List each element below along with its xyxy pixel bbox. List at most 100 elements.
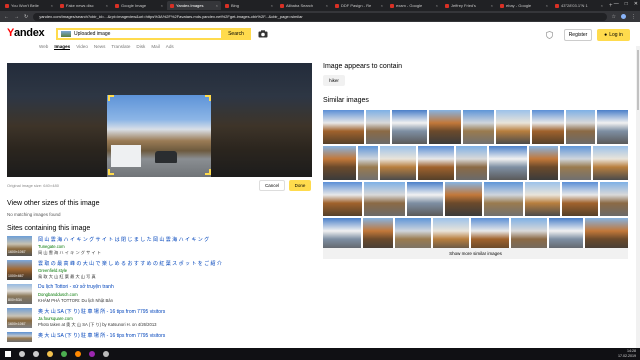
search-button[interactable]: Search — [221, 28, 251, 40]
site-thumbnail[interactable]: 800×534 — [7, 284, 32, 304]
tab-close-icon[interactable]: × — [326, 3, 328, 8]
site-domain-link[interactable]: Greenfield.style — [38, 268, 67, 273]
similar-image-thumbnail[interactable] — [495, 110, 530, 144]
similar-image-thumbnail[interactable] — [363, 218, 393, 252]
tab-close-icon[interactable]: × — [271, 3, 273, 8]
camera-icon[interactable] — [258, 30, 268, 38]
browser-tab[interactable]: DDF Pasign - Re × — [332, 1, 386, 10]
site-domain-link[interactable]: Ja.foursquare.com — [38, 316, 73, 321]
site-title-link[interactable]: 奥 大 山 SA (下 り) 駐 車 場 所 - 16 tips from 77… — [38, 332, 165, 339]
tab-close-icon[interactable]: × — [216, 3, 218, 8]
show-more-button[interactable]: Show more similar images — [323, 248, 628, 259]
site-thumbnail[interactable]: 1000×667 — [7, 260, 32, 280]
similar-image-thumbnail[interactable] — [407, 182, 443, 216]
browser-tab[interactable]: Jeffrey Fried's × — [442, 1, 496, 10]
nav-tab-images[interactable]: Images — [54, 44, 71, 50]
browser-tab[interactable]: Google Image × — [112, 1, 166, 10]
similar-image-thumbnail[interactable] — [323, 218, 361, 252]
crop-selection[interactable] — [107, 95, 211, 177]
site-title-link[interactable]: 奥 大 山 SA (下 り) 駐 車 場 所 - 16 tips from 77… — [38, 308, 165, 315]
similar-image-thumbnail[interactable] — [323, 182, 363, 216]
similar-image-thumbnail[interactable] — [392, 110, 428, 144]
tab-close-icon[interactable]: × — [161, 3, 163, 8]
minimize-icon[interactable]: — — [614, 1, 619, 7]
image-cropper[interactable] — [7, 63, 312, 177]
site-domain-link[interactable]: Tunegate.com — [38, 244, 65, 249]
similar-image-thumbnail[interactable] — [593, 146, 629, 180]
nav-tab-translate[interactable]: Translate — [111, 44, 130, 50]
close-icon[interactable]: ✕ — [634, 1, 638, 7]
nav-tab-video[interactable]: Video — [76, 44, 88, 50]
site-thumbnail[interactable]: 1600×1067 — [7, 308, 32, 328]
file-explorer-icon[interactable] — [45, 350, 55, 358]
similar-image-thumbnail[interactable] — [599, 182, 628, 216]
tab-close-icon[interactable]: × — [381, 3, 383, 8]
similar-image-thumbnail[interactable] — [429, 110, 461, 144]
similar-image-thumbnail[interactable] — [433, 218, 469, 252]
similar-image-thumbnail[interactable] — [471, 218, 509, 252]
settings-icon[interactable] — [101, 350, 111, 358]
new-tab-icon[interactable]: + — [609, 3, 613, 9]
similar-image-thumbnail[interactable] — [418, 146, 454, 180]
similar-image-thumbnail[interactable] — [483, 182, 524, 216]
similar-image-thumbnail[interactable] — [560, 146, 592, 180]
back-icon[interactable]: ← — [4, 14, 9, 20]
login-button[interactable]: ● Log in — [597, 29, 630, 41]
nav-tab-disk[interactable]: Disk — [136, 44, 145, 50]
tab-close-icon[interactable]: × — [51, 3, 53, 8]
menu-icon[interactable]: ⋮ — [631, 14, 636, 20]
similar-image-thumbnail[interactable] — [323, 110, 364, 144]
browser-tab[interactable]: 43°28'03.1"N 1 × — [552, 1, 606, 10]
browser-tab[interactable]: You Won't Belie × — [2, 1, 56, 10]
vlc-icon[interactable] — [73, 350, 83, 358]
scrollbar[interactable] — [636, 46, 640, 348]
register-button[interactable]: Register — [564, 29, 592, 41]
maximize-icon[interactable]: □ — [625, 1, 628, 7]
similar-image-thumbnail[interactable] — [511, 218, 547, 252]
similar-image-thumbnail[interactable] — [525, 182, 561, 216]
site-thumbnail[interactable] — [7, 332, 32, 342]
nav-tab-mail[interactable]: Mail — [151, 44, 159, 50]
nav-tab-ads[interactable]: Ads — [166, 44, 174, 50]
search-icon[interactable] — [17, 350, 27, 358]
similar-image-thumbnail[interactable] — [597, 110, 628, 144]
nav-tab-news[interactable]: News — [94, 44, 106, 50]
crop-handle-top-left[interactable] — [108, 95, 114, 101]
scrollbar-thumb[interactable] — [637, 50, 639, 110]
similar-image-thumbnail[interactable] — [565, 110, 596, 144]
similar-image-thumbnail[interactable] — [455, 146, 487, 180]
shield-icon[interactable] — [546, 31, 553, 39]
similar-image-thumbnail[interactable] — [395, 218, 431, 252]
site-title-link[interactable]: Du lịch Tottori - xứ sở truyện tranh — [38, 284, 114, 290]
reload-icon[interactable]: ↻ — [24, 14, 28, 20]
browser-tab[interactable]: Fake news disc × — [57, 1, 111, 10]
tab-close-icon[interactable]: × — [106, 3, 108, 8]
similar-image-thumbnail[interactable] — [444, 182, 482, 216]
app-icon[interactable] — [87, 350, 97, 358]
yandex-logo[interactable]: Yandex — [7, 27, 45, 39]
chrome-icon[interactable] — [59, 350, 69, 358]
similar-image-thumbnail[interactable] — [323, 146, 356, 180]
crop-handle-top-right[interactable] — [205, 95, 211, 101]
browser-tab[interactable]: ebay - Google × — [497, 1, 551, 10]
task-view-icon[interactable] — [31, 350, 41, 358]
forward-icon[interactable]: → — [14, 14, 19, 20]
tab-close-icon[interactable]: × — [546, 3, 548, 8]
similar-image-thumbnail[interactable] — [562, 182, 598, 216]
site-title-link[interactable]: 岡 山 雲 海 ハ イ キ ン グ サ イ ト は 閉 じ ま し た 岡 山 … — [38, 236, 209, 243]
similar-image-thumbnail[interactable] — [357, 146, 378, 180]
similar-image-thumbnail[interactable] — [379, 146, 417, 180]
browser-tab[interactable]: exam - Google × — [387, 1, 441, 10]
cancel-button[interactable]: Cancel — [259, 180, 285, 191]
similar-image-thumbnail[interactable] — [532, 110, 564, 144]
site-domain-link[interactable]: Dongbanddusch.com — [38, 292, 78, 297]
tab-close-icon[interactable]: × — [601, 3, 603, 8]
extension-icon[interactable] — [621, 14, 626, 19]
url-input[interactable]: yandex.com/images/search?cbir_id=...&rpt… — [33, 12, 607, 21]
windows-start-icon[interactable] — [3, 350, 13, 358]
tab-close-icon[interactable]: × — [491, 3, 493, 8]
similar-image-thumbnail[interactable] — [488, 146, 528, 180]
tab-close-icon[interactable]: × — [436, 3, 438, 8]
nav-tab-web[interactable]: Web — [39, 44, 48, 50]
browser-tab[interactable]: Yandex.Images × — [167, 1, 221, 10]
